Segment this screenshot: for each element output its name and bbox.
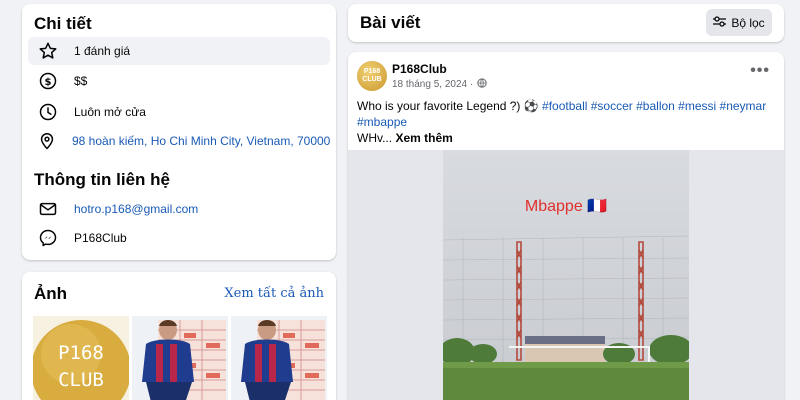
price-text: $$ (74, 74, 88, 88)
details-card: Chi tiết 1 đánh giá $ $$ Luôn mở cửa 98 … (22, 4, 336, 260)
post-intro: Who is your favorite Legend ?) ⚽ (357, 99, 543, 113)
hours-text: Luôn mở cửa (74, 105, 146, 119)
avatar-line1: P168 (363, 68, 381, 75)
email-icon (37, 198, 59, 220)
more-options-icon[interactable]: ••• (750, 63, 770, 79)
email-link[interactable]: hotro.p168@gmail.com (74, 202, 198, 216)
star-icon (37, 40, 59, 62)
rating-text: 1 đánh giá (74, 44, 131, 58)
detail-address[interactable]: 98 hoàn kiếm, Ho Chi Minh City, Vietnam,… (28, 127, 330, 155)
detail-hours: Luôn mở cửa (28, 98, 330, 126)
contact-title: Thông tin liên hệ (34, 170, 170, 189)
hashtag-link[interactable]: #football (542, 99, 587, 113)
svg-text:$: $ (45, 77, 52, 88)
detail-email[interactable]: hotro.p168@gmail.com (28, 195, 330, 223)
avatar-line2: CLUB (362, 76, 382, 83)
post-date[interactable]: 18 tháng 5, 2024 · (392, 79, 473, 90)
clock-icon (37, 101, 59, 123)
location-pin-icon (37, 130, 57, 152)
globe-icon (477, 78, 487, 91)
see-all-photos-link[interactable]: Xem tất cả ảnh (224, 286, 324, 301)
hashtag-link[interactable]: #mbappe (357, 115, 407, 129)
post-image-caption: Mbappe 🇫🇷 (524, 198, 608, 215)
photo-thumbnail-player-1[interactable] (132, 316, 228, 400)
hashtag-link[interactable]: #messi (678, 99, 716, 113)
detail-rating[interactable]: 1 đánh giá (28, 37, 330, 65)
logo-line1: P168 (58, 342, 104, 364)
photos-card: Ảnh Xem tất cả ảnh P168 CLUB (22, 272, 336, 400)
posts-header: Bài viết Bộ lọc (348, 4, 784, 42)
post-trail: WHv... (357, 131, 393, 145)
author-avatar[interactable]: P168 CLUB (357, 61, 387, 91)
post-media[interactable]: Mbappe 🇫🇷 (348, 150, 784, 400)
post-card: P168 CLUB P168Club 18 tháng 5, 2024 · ••… (348, 52, 784, 400)
filter-label: Bộ lọc (731, 15, 765, 30)
post-image[interactable]: Mbappe 🇫🇷 (443, 150, 689, 400)
photo-thumbnail-player-2[interactable] (231, 316, 327, 400)
dollar-icon: $ (37, 70, 59, 92)
photos-title: Ảnh (34, 284, 68, 303)
see-more-link[interactable]: Xem thêm (395, 131, 452, 145)
logo-line2: CLUB (58, 369, 104, 391)
messenger-icon (37, 227, 59, 249)
sliders-icon (713, 15, 727, 30)
filter-button[interactable]: Bộ lọc (706, 9, 772, 36)
post-meta: 18 tháng 5, 2024 · (392, 78, 487, 91)
hashtag-link[interactable]: #soccer (591, 99, 633, 113)
detail-price: $ $$ (28, 67, 330, 95)
post-text: Who is your favorite Legend ?) ⚽ #footba… (357, 98, 777, 146)
hashtag-link[interactable]: #ballon (636, 99, 675, 113)
hashtag-link[interactable]: #neymar (720, 99, 767, 113)
detail-messenger[interactable]: P168Club (28, 224, 330, 252)
messenger-text: P168Club (74, 231, 127, 245)
address-link[interactable]: 98 hoàn kiếm, Ho Chi Minh City, Vietnam,… (72, 134, 330, 148)
post-author[interactable]: P168Club (392, 62, 447, 76)
details-title: Chi tiết (34, 14, 92, 33)
posts-title: Bài viết (360, 13, 421, 32)
photo-thumbnail-logo[interactable]: P168 CLUB (33, 316, 129, 400)
